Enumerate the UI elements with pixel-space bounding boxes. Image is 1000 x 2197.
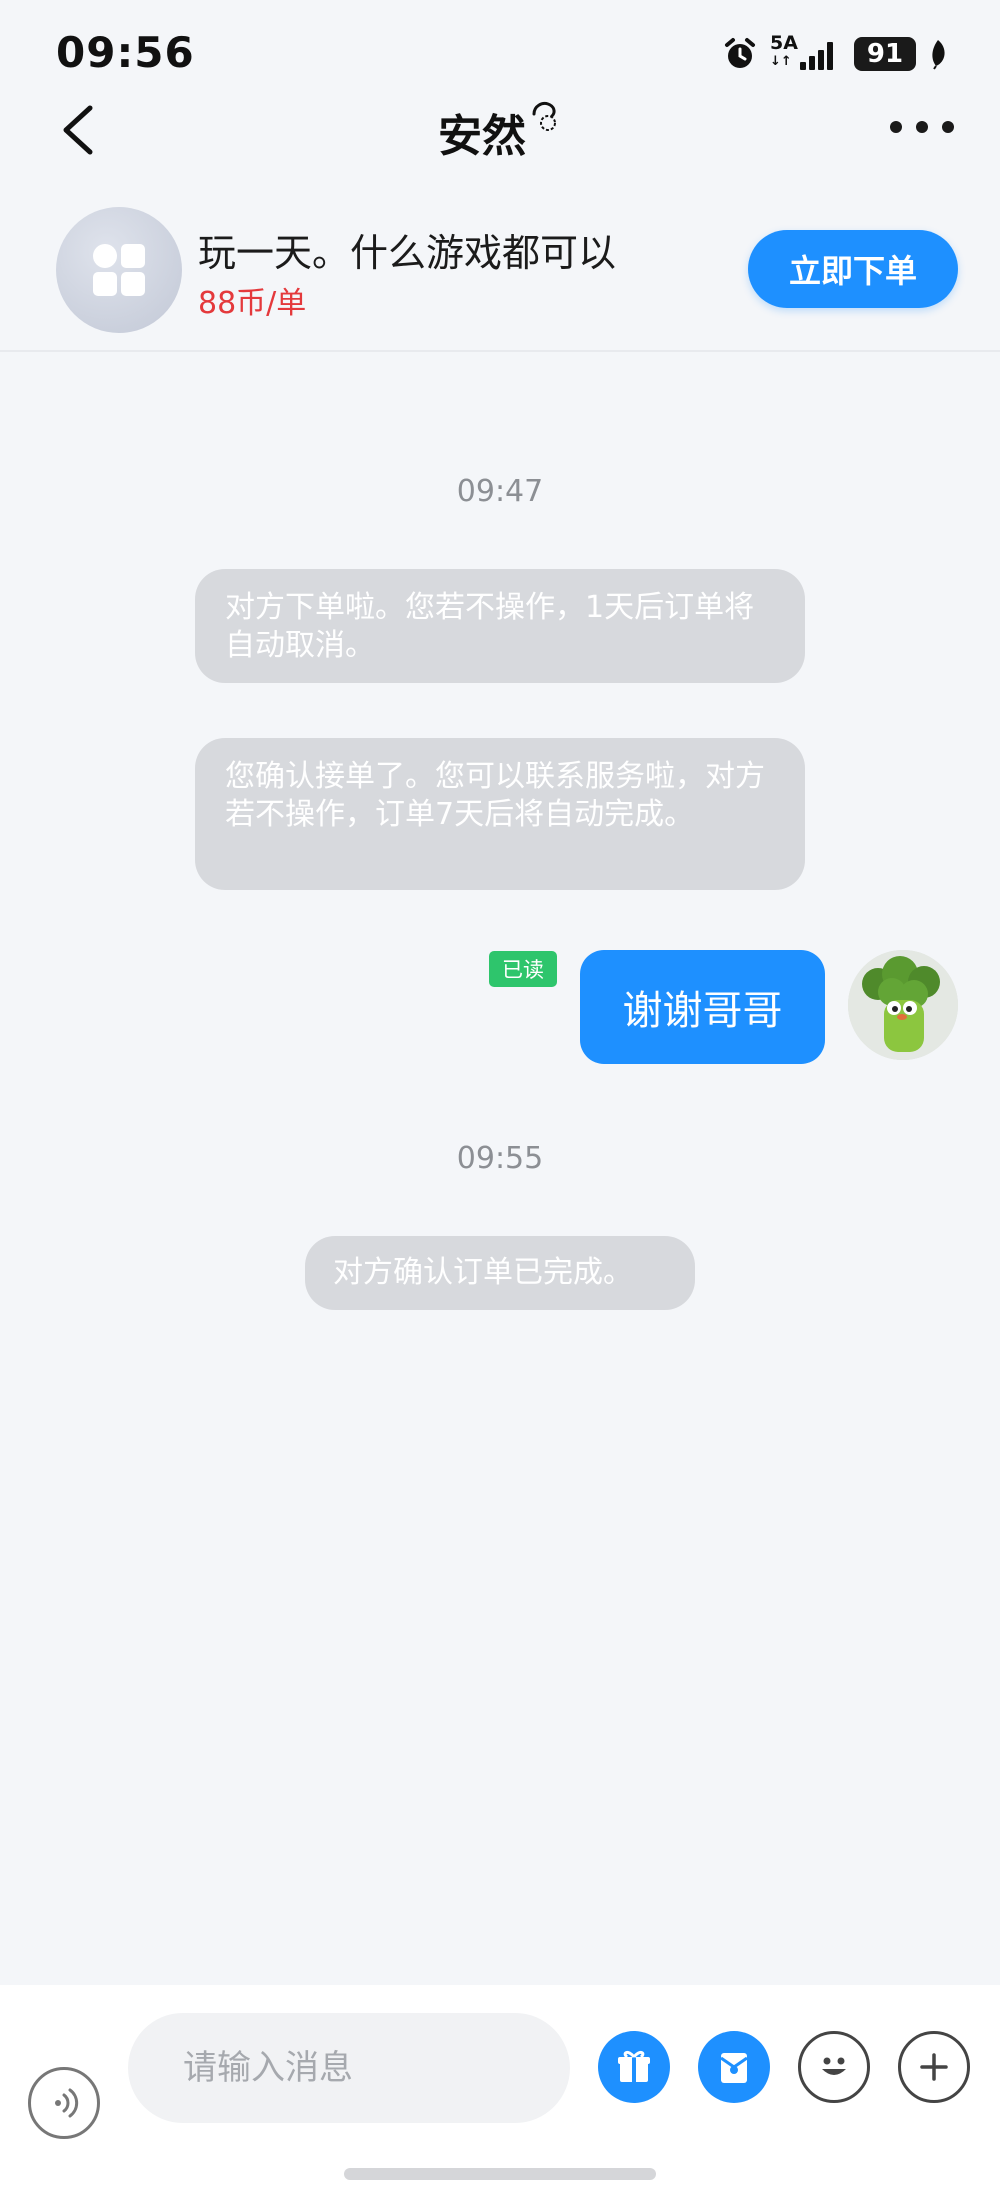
leaf-icon — [932, 40, 945, 70]
red-packet-button[interactable] — [698, 2031, 770, 2103]
emoji-button[interactable] — [798, 2031, 870, 2103]
status-icons: 5A ↓↑ 91 — [722, 32, 948, 74]
status-time: 09:56 — [56, 28, 195, 77]
timestamp: 09:55 — [456, 1141, 544, 1176]
page-title: 安然 — [438, 111, 526, 162]
broccoli-avatar-image — [848, 950, 958, 1060]
my-message-bubble[interactable]: 谢谢哥哥 — [580, 950, 825, 1064]
gift-button[interactable] — [598, 2031, 670, 2103]
input-bar — [0, 1985, 1000, 2197]
emoji-icon — [822, 2057, 846, 2075]
plus-button[interactable] — [898, 2031, 970, 2103]
system-message: 对方确认订单已完成。 — [305, 1236, 695, 1310]
service-price: 88币/单 — [198, 286, 307, 321]
service-title: 玩一天。什么游戏都可以 — [198, 231, 617, 275]
system-message: 您确认接单了。您可以联系服务啦，对方若不操作，订单7天后将自动完成。 — [195, 738, 805, 890]
app-grid-icon — [56, 207, 182, 333]
system-message: 对方下单啦。您若不操作，1天后订单将自动取消。 — [195, 569, 805, 683]
message-input[interactable] — [128, 2013, 570, 2123]
read-status-badge: 已读 — [489, 951, 557, 987]
more-button[interactable] — [890, 112, 954, 142]
plus-icon — [920, 2053, 948, 2081]
voice-icon — [55, 2088, 79, 2118]
timestamp: 09:47 — [456, 474, 544, 509]
gift-icon — [618, 2050, 650, 2082]
more-dots-icon — [890, 121, 902, 133]
red-packet-icon — [720, 2053, 748, 2083]
gender-badge-icon — [532, 102, 556, 131]
network-label: 5A — [770, 32, 798, 54]
voice-button[interactable] — [28, 2067, 100, 2139]
signal-bars-icon: 5A ↓↑ — [770, 32, 842, 74]
order-now-button[interactable]: 立即下单 — [748, 230, 958, 308]
battery-indicator: 91 — [854, 37, 916, 71]
home-indicator[interactable] — [344, 2168, 656, 2180]
avatar[interactable] — [848, 950, 958, 1060]
alarm-clock-icon — [725, 38, 755, 68]
service-card[interactable]: 玩一天。什么游戏都可以 88币/单 立即下单 — [0, 190, 1000, 352]
